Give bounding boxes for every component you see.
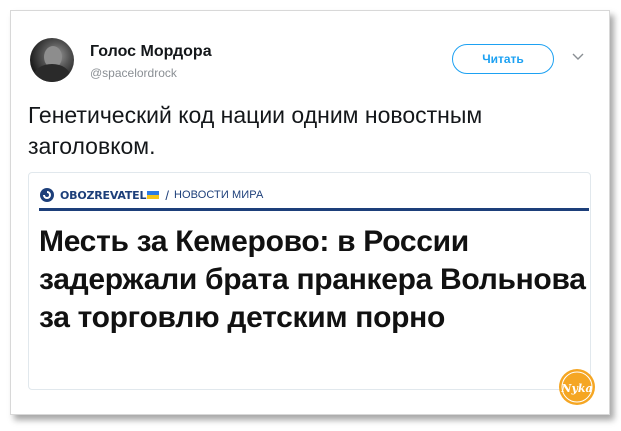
display-name[interactable]: Голос Мордора	[90, 43, 212, 61]
card-header: OBOZREVATEL / НОВОСТИ МИРА	[39, 185, 263, 205]
link-card[interactable]: OBOZREVATEL / НОВОСТИ МИРА Месть за Кеме…	[28, 172, 591, 390]
card-headline[interactable]: Месть за Кемерово: в России задержали бр…	[39, 223, 587, 337]
source-logo-text: OBOZREVATEL	[60, 188, 147, 202]
tweet-text: Генетический код нации одним новостным з…	[28, 102, 483, 159]
obozrevatel-logo-icon	[40, 188, 54, 202]
follow-button[interactable]: Читать	[452, 44, 554, 74]
username[interactable]: @spacelordrock	[90, 66, 177, 80]
watermark-text: Nyka	[560, 382, 592, 395]
avatar-body	[34, 64, 70, 82]
avatar[interactable]	[30, 38, 74, 82]
breadcrumb-separator: /	[165, 187, 169, 203]
ukraine-flag-icon	[147, 191, 160, 199]
card-section-label: НОВОСТИ МИРА	[173, 189, 264, 201]
watermark-logo: Nyka	[559, 369, 595, 405]
card-divider	[39, 208, 589, 211]
chevron-down-icon[interactable]	[571, 52, 585, 62]
